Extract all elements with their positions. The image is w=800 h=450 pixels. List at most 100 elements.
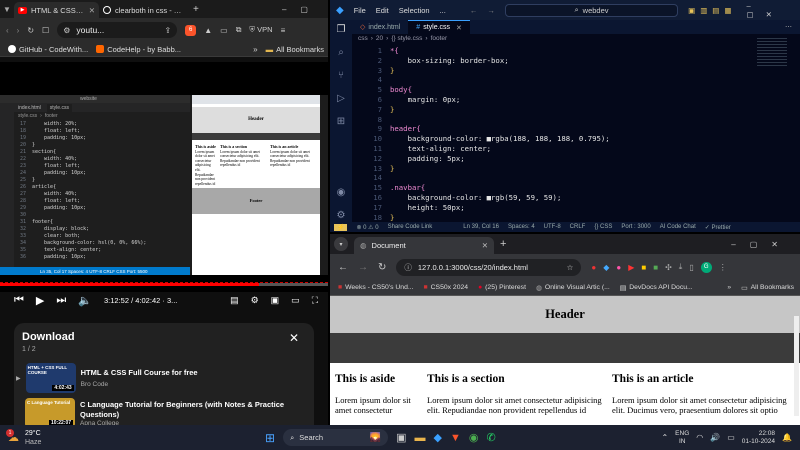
close-tab-icon[interactable]: ✕	[456, 24, 462, 32]
miniplayer-icon[interactable]: ▣	[271, 295, 280, 306]
task-view-icon[interactable]: ▣	[396, 431, 406, 444]
bookmark-github[interactable]: GitHub - CodeWith...	[8, 45, 88, 54]
rewards-icon[interactable]: ▲	[204, 26, 212, 35]
vscode-taskbar-icon[interactable]: ◆	[433, 431, 441, 444]
back-icon[interactable]: ‹	[6, 26, 9, 35]
share-code-status[interactable]: Share Code Link	[388, 224, 433, 230]
breadcrumb-item[interactable]: footer	[431, 35, 448, 42]
tab-search-icon[interactable]: ▾	[334, 237, 348, 251]
new-tab-button[interactable]: +	[193, 4, 199, 15]
wifi-icon[interactable]: ◠	[696, 433, 703, 442]
more-actions-icon[interactable]: ⋯	[785, 23, 792, 31]
extension-icon[interactable]: ●	[616, 263, 621, 272]
extension-icon[interactable]: ■	[653, 263, 658, 272]
window-controls[interactable]: –▢✕	[731, 240, 792, 249]
clock[interactable]: 22:08 01-10-2024	[742, 430, 775, 446]
new-tab-button[interactable]: +	[500, 238, 506, 250]
source-control-icon[interactable]: ⑂	[338, 70, 344, 81]
breadcrumb-item[interactable]: 20	[376, 35, 383, 42]
download-item[interactable]: ▶ HTML + CSS FULL COURSE 4:02:43 HTML & …	[16, 363, 306, 393]
breadcrumb-item[interactable]: css	[358, 35, 368, 42]
tab-brave-search[interactable]: clearboth in css - Brav	[99, 2, 189, 18]
start-icon[interactable]: ⊞	[265, 431, 275, 445]
extensions-icon[interactable]: ⧉	[236, 25, 242, 35]
language-status[interactable]: {} CSS	[594, 224, 612, 230]
weather-widget[interactable]: ☁ 1 29°C Haze	[6, 429, 41, 447]
close-icon[interactable]: ✕	[289, 331, 299, 345]
forward-icon[interactable]: ›	[17, 26, 20, 35]
file-explorer-icon[interactable]: ▬	[414, 432, 425, 444]
account-icon[interactable]: ◉	[337, 187, 346, 198]
tab-document[interactable]: ◍ Document ✕	[354, 237, 494, 254]
reload-icon[interactable]: ↻	[378, 262, 386, 273]
menu-icon[interactable]: ≡	[281, 26, 286, 35]
whatsapp-icon[interactable]: ✆	[486, 431, 495, 444]
extensions-icon[interactable]: ⊞	[337, 116, 345, 127]
bookmark-star-icon[interactable]: ☆	[567, 263, 574, 272]
previous-icon[interactable]: ⏮	[14, 294, 24, 307]
share-icon[interactable]: ⇪	[165, 26, 172, 35]
close-tab-icon[interactable]: ✕	[89, 6, 95, 15]
extension-icon[interactable]: ▶	[628, 263, 634, 272]
menu-icon[interactable]: ⋮	[719, 263, 727, 272]
breadcrumb-item[interactable]: {} style.css	[391, 35, 422, 42]
manage-gear-icon[interactable]: ⚙	[337, 210, 346, 221]
volume-icon[interactable]: 🔈	[78, 294, 92, 307]
nav-back-icon[interactable]: ←	[470, 6, 478, 15]
show-hidden-icons[interactable]: ⌃	[661, 433, 668, 442]
command-center[interactable]: ⌕ webdev	[504, 3, 679, 17]
tab-style-css[interactable]: # style.css ✕	[408, 20, 470, 34]
ai-chat-status[interactable]: AI Code Chat	[660, 224, 696, 230]
bookmark-item[interactable]: ● (25) Pinterest	[478, 284, 526, 291]
all-bookmarks-button[interactable]: ▬ All Bookmarks	[266, 45, 324, 54]
play-icon[interactable]: ▶	[36, 294, 44, 307]
minimap[interactable]	[757, 38, 787, 68]
language-indicator[interactable]: ENG IN	[675, 430, 689, 446]
eol-status[interactable]: CRLF	[570, 224, 586, 230]
extension-icon[interactable]: ■	[641, 263, 646, 272]
downloads-icon[interactable]: ⤓	[679, 262, 683, 272]
next-icon[interactable]: ⏭	[56, 294, 66, 307]
sidebar-icon[interactable]: ▭	[220, 26, 228, 35]
forward-icon[interactable]: →	[358, 262, 368, 273]
cursor-position-status[interactable]: Ln 39, Col 16	[463, 224, 499, 230]
download-item[interactable]: C Language Tutorial 10:22:07 C Language …	[25, 398, 315, 428]
theater-icon[interactable]: ▭	[291, 295, 300, 306]
bookmark-codehelp[interactable]: CodeHelp - by Babb...	[96, 45, 181, 54]
brave-taskbar-icon[interactable]: ▼	[450, 432, 461, 444]
bookmark-item[interactable]: ▤ DevDocs API Docu...	[620, 284, 693, 292]
battery-icon[interactable]: ▭	[727, 433, 735, 442]
extensions-puzzle-icon[interactable]: ✣	[665, 263, 672, 272]
split-view-icon[interactable]: ▯	[689, 263, 693, 272]
chrome-taskbar-icon[interactable]: ◉	[469, 431, 479, 444]
encoding-status[interactable]: UTF-8	[544, 224, 561, 230]
code-editor[interactable]: css › 20 › {} style.css › footer 1 *{2 box-s…	[352, 34, 800, 222]
layout-toggle-icons[interactable]: ▣▥▤▦	[688, 6, 736, 15]
taskbar-search[interactable]: ⌕ Search 🌄	[283, 429, 389, 446]
more-bookmarks-icon[interactable]: »	[253, 45, 257, 54]
prettier-status[interactable]: ✓ Prettier	[705, 224, 731, 231]
bookmark-icon[interactable]: ☐	[42, 26, 49, 35]
search-icon[interactable]: ⌕	[338, 47, 344, 58]
problems-status[interactable]: ⊗ 0 ⚠ 0	[356, 224, 378, 231]
sidebar-toggle-icon[interactable]: ▼	[0, 0, 14, 18]
bookmark-item[interactable]: ◍ Online Visual Artic (...	[536, 284, 610, 292]
video-player[interactable]: website index.html style.css style.css › …	[0, 62, 328, 292]
more-bookmarks-icon[interactable]: »	[727, 284, 731, 291]
menu-selection[interactable]: Selection	[399, 6, 430, 15]
bookmark-item[interactable]: ■ CS50x 2024	[424, 284, 469, 291]
video-progress-track[interactable]	[0, 282, 328, 286]
settings-icon[interactable]: ⚙	[251, 295, 259, 306]
window-controls[interactable]: –▢✕	[746, 1, 798, 19]
bookmark-item[interactable]: ■ Weeks - CS50's Und...	[338, 284, 414, 291]
window-controls[interactable]: –▢	[282, 5, 322, 14]
close-tab-icon[interactable]: ✕	[482, 241, 488, 250]
menu-file[interactable]: File	[354, 6, 366, 15]
all-bookmarks-button[interactable]: ▭ All Bookmarks	[741, 284, 794, 292]
brave-shield-icon[interactable]: 6	[185, 24, 197, 36]
explorer-icon[interactable]: ❐	[337, 24, 346, 35]
subtitles-icon[interactable]: ▤	[230, 295, 239, 306]
port-status[interactable]: Port : 3000	[621, 224, 650, 230]
profile-avatar-icon[interactable]: G	[700, 261, 712, 273]
address-bar[interactable]: ⚙ youtu... ⇪	[57, 22, 178, 38]
